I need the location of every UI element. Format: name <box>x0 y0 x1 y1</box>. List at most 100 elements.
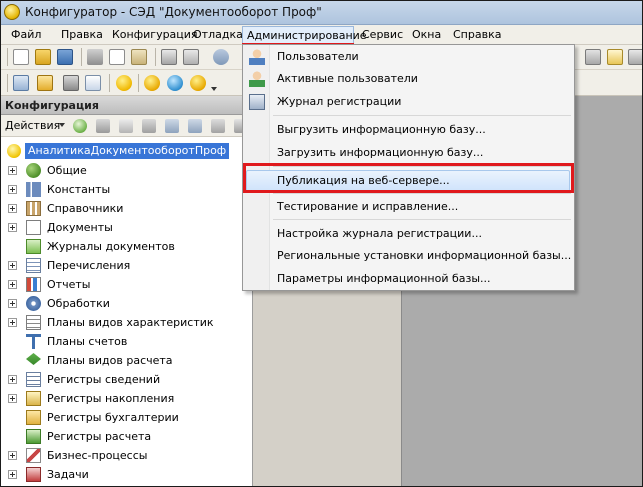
add-icon[interactable] <box>73 119 87 133</box>
tree-item[interactable]: Регистры сведений <box>1 370 253 389</box>
menu-edit-label: Правка <box>61 28 103 41</box>
expand-icon[interactable] <box>8 470 17 479</box>
save-icon[interactable] <box>57 49 73 65</box>
chevron-down-icon[interactable] <box>211 87 217 91</box>
menu-configuration[interactable]: Конфигурация <box>112 27 198 43</box>
tree-item[interactable]: Планы видов расчета <box>1 351 253 370</box>
expand-icon[interactable] <box>8 223 17 232</box>
tree-item[interactable]: Журналы документов <box>1 237 253 256</box>
tree-item[interactable]: Регистры бухгалтерии <box>1 408 253 427</box>
start-debugging-icon[interactable] <box>116 75 132 91</box>
expand-icon[interactable] <box>8 318 17 327</box>
menu-item-label: Настройка журнала регистрации... <box>277 227 482 240</box>
menu-windows[interactable]: Окна <box>412 27 441 43</box>
menu-service[interactable]: Сервис <box>362 27 403 43</box>
dataprocessors-icon <box>26 296 41 311</box>
tree-item[interactable]: Регистры расчета <box>1 427 253 446</box>
menu-item-active-users[interactable]: Активные пользователи <box>243 68 574 90</box>
menu-item-infobase-parameters[interactable]: Параметры информационной базы... <box>243 268 574 290</box>
move-down-icon[interactable] <box>188 119 202 133</box>
expand-icon[interactable] <box>8 280 17 289</box>
cut-icon[interactable] <box>87 49 103 65</box>
menu-debug-label: Отладка <box>193 28 243 41</box>
expand-icon[interactable] <box>8 394 17 403</box>
print-preview-icon[interactable] <box>183 49 199 65</box>
tree-item-label: Планы видов расчета <box>47 354 173 367</box>
tree-item[interactable]: Документы <box>1 218 253 237</box>
undo-icon[interactable] <box>213 49 229 65</box>
expand-icon[interactable] <box>8 166 17 175</box>
config-window-icon[interactable] <box>13 75 29 91</box>
tree-item[interactable]: Справочники <box>1 199 253 218</box>
menu-file[interactable]: Файл <box>11 27 41 43</box>
tree-item[interactable]: Регистры накопления <box>1 389 253 408</box>
expand-icon[interactable] <box>8 204 17 213</box>
update-config-icon[interactable] <box>85 75 101 91</box>
database-icon[interactable] <box>63 75 79 91</box>
open-folder-icon[interactable] <box>35 49 51 65</box>
tree-item[interactable]: Планы счетов <box>1 332 253 351</box>
copy-icon[interactable] <box>109 49 125 65</box>
expand-icon[interactable] <box>8 451 17 460</box>
calculation-registers-icon <box>26 429 41 444</box>
menu-edit[interactable]: Правка <box>61 27 103 43</box>
panel-toolbar: Действия <box>1 115 253 137</box>
tree-item[interactable]: Обработки <box>1 294 253 313</box>
edit-icon[interactable] <box>96 119 110 133</box>
actions-menu-button[interactable]: Действия <box>5 119 60 132</box>
delete-icon[interactable] <box>142 119 156 133</box>
tree-item-label: Журналы документов <box>47 240 175 253</box>
tree-item[interactable]: Отчеты <box>1 275 253 294</box>
menu-item-import-infobase[interactable]: Загрузить информационную базу... <box>243 142 574 164</box>
accumulation-registers-icon <box>26 391 41 406</box>
tree-item-label: Планы видов характеристик <box>47 316 214 329</box>
menu-item-label: Загрузить информационную базу... <box>277 146 484 159</box>
tree-item[interactable]: Бизнес-процессы <box>1 446 253 465</box>
menu-administration[interactable]: Администрирование <box>242 26 367 44</box>
menu-help[interactable]: Справка <box>453 27 501 43</box>
move-up-icon[interactable] <box>165 119 179 133</box>
window-title: Конфигуратор - СЭД "Документооборот Проф… <box>25 5 322 19</box>
tree-item-label: Регистры накопления <box>47 392 175 405</box>
sort-icon[interactable] <box>211 119 225 133</box>
syntax-helper-icon[interactable] <box>585 49 601 65</box>
copy-item-icon[interactable] <box>119 119 133 133</box>
menu-item-event-log-settings[interactable]: Настройка журнала регистрации... <box>243 223 574 245</box>
run-enterprise-icon[interactable] <box>144 75 160 91</box>
debug-enterprise-icon[interactable] <box>190 75 206 91</box>
tree-item[interactable]: Перечисления <box>1 256 253 275</box>
menu-item-users[interactable]: Пользователи <box>243 46 574 68</box>
menu-debug[interactable]: Отладка <box>193 27 243 43</box>
web-server-publication-red-highlight <box>243 163 574 193</box>
tree-item[interactable]: Константы <box>1 180 253 199</box>
menu-item-event-log[interactable]: Журнал регистрации <box>243 91 574 113</box>
chart-of-calculation-types-icon <box>26 353 41 365</box>
paste-icon[interactable] <box>131 49 147 65</box>
chevron-down-icon[interactable] <box>59 123 65 127</box>
open-config-icon[interactable] <box>37 75 53 91</box>
tree-item[interactable]: Задачи <box>1 465 253 484</box>
tree-item[interactable]: Общие <box>1 161 253 180</box>
expand-icon[interactable] <box>8 261 17 270</box>
toolbar-more-icon[interactable] <box>628 49 642 65</box>
notes-icon[interactable] <box>607 49 623 65</box>
enums-icon <box>26 258 41 273</box>
menu-help-label: Справка <box>453 28 502 41</box>
event-log-icon <box>249 94 265 110</box>
print-icon[interactable] <box>161 49 177 65</box>
menu-item-export-infobase[interactable]: Выгрузить информационную базу... <box>243 119 574 141</box>
expand-icon[interactable] <box>8 375 17 384</box>
tree-root-item[interactable]: АналитикаДокументооборотПроф <box>1 142 253 161</box>
tree-item[interactable]: Планы видов характеристик <box>1 313 253 332</box>
menu-separator <box>273 219 571 220</box>
web-client-icon[interactable] <box>167 75 183 91</box>
expand-icon[interactable] <box>8 299 17 308</box>
menu-item-label: Тестирование и исправление... <box>277 200 459 213</box>
new-file-icon[interactable] <box>13 49 29 65</box>
tree-item-label: Отчеты <box>47 278 91 291</box>
configuration-root-icon <box>7 144 21 158</box>
expand-icon[interactable] <box>8 185 17 194</box>
toolbar-separator <box>7 74 8 92</box>
menu-item-regional-settings[interactable]: Региональные установки информационной ба… <box>243 245 574 267</box>
menu-item-testing-and-repair[interactable]: Тестирование и исправление... <box>243 196 574 218</box>
